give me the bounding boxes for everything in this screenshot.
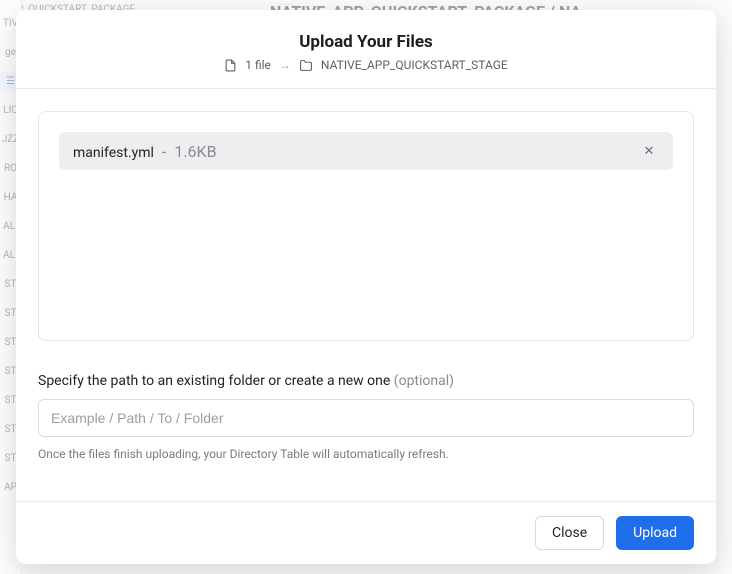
modal-header: Upload Your Files 1 file → NATIVE_APP_QU… xyxy=(16,10,716,89)
upload-button[interactable]: Upload xyxy=(616,516,694,550)
upload-modal: Upload Your Files 1 file → NATIVE_APP_QU… xyxy=(16,10,716,564)
file-label: manifest.yml - 1.6KB xyxy=(73,142,217,161)
arrow-right-icon: → xyxy=(279,58,291,72)
close-button[interactable]: Close xyxy=(535,516,604,550)
path-hint: Once the files finish uploading, your Di… xyxy=(38,447,694,461)
modal-body: manifest.yml - 1.6KB ✕ Specify the path … xyxy=(16,89,716,501)
file-row: manifest.yml - 1.6KB ✕ xyxy=(59,132,673,170)
path-input[interactable] xyxy=(38,399,694,437)
file-sep: - xyxy=(158,142,170,161)
file-icon xyxy=(224,59,237,72)
file-drop-area[interactable]: manifest.yml - 1.6KB ✕ xyxy=(38,111,694,341)
path-optional: (optional) xyxy=(394,373,454,389)
path-label-text: Specify the path to an existing folder o… xyxy=(38,373,394,389)
path-label: Specify the path to an existing folder o… xyxy=(38,373,694,389)
modal-footer: Close Upload xyxy=(16,501,716,564)
file-count-label: 1 file xyxy=(245,58,271,72)
file-name: manifest.yml xyxy=(73,145,154,161)
folder-icon xyxy=(299,59,313,72)
remove-file-button[interactable]: ✕ xyxy=(639,141,659,161)
modal-subline: 1 file → NATIVE_APP_QUICKSTART_STAGE xyxy=(36,58,696,72)
close-icon: ✕ xyxy=(644,144,655,159)
destination-label: NATIVE_APP_QUICKSTART_STAGE xyxy=(321,58,508,72)
path-section: Specify the path to an existing folder o… xyxy=(38,373,694,461)
modal-title: Upload Your Files xyxy=(36,32,696,52)
file-size: 1.6KB xyxy=(174,142,216,161)
